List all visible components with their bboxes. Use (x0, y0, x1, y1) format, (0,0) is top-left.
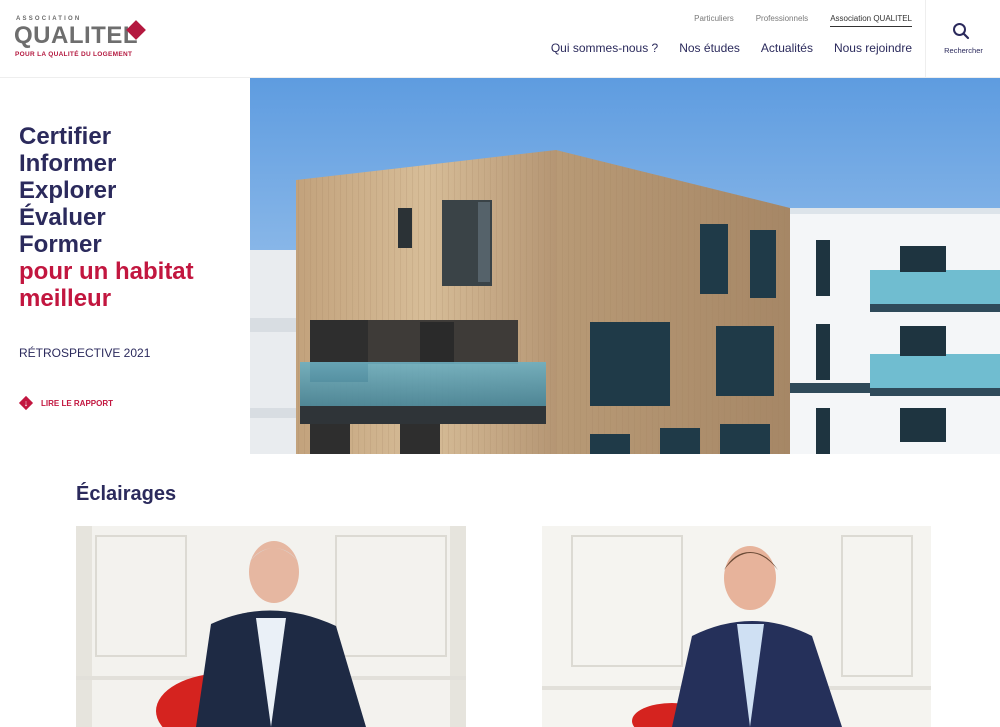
hero-text-panel: Certifier Informer Explorer Évaluer Form… (0, 78, 250, 454)
hero-word: Former (19, 231, 102, 258)
logo-tagline: POUR LA QUALITÉ DU LOGEMENT (15, 51, 133, 58)
portrait-card[interactable] (542, 526, 931, 727)
nav-nous-rejoindre[interactable]: Nous rejoindre (834, 41, 912, 55)
link-particuliers[interactable]: Particuliers (694, 14, 734, 27)
link-professionnels[interactable]: Professionnels (756, 14, 808, 27)
hero-word: Évaluer (19, 204, 106, 231)
portrait-photo (542, 526, 931, 727)
hero-word: Certifier (19, 123, 112, 150)
main-nav: Qui sommes-nous ? Nos études Actualités … (551, 41, 912, 55)
hero-accent-line: meilleur (19, 285, 112, 312)
search-button[interactable]: Rechercher (925, 0, 1000, 78)
search-icon (953, 23, 970, 40)
site-header: ASSOCIATION QUALITEL POUR LA QUALITÉ DU … (0, 0, 1000, 78)
logo-wordmark: QUALITEL (14, 22, 138, 49)
hero-headline: Certifier Informer Explorer Évaluer Form… (19, 123, 194, 312)
nav-nos-etudes[interactable]: Nos études (679, 41, 740, 55)
audience-links: Particuliers Professionnels Association … (694, 14, 912, 27)
hero-word: Informer (19, 150, 117, 177)
link-association-qualitel[interactable]: Association QUALITEL (830, 14, 912, 27)
nav-actualites[interactable]: Actualités (761, 41, 813, 55)
read-report-link[interactable]: ↓ LIRE LE RAPPORT (18, 395, 114, 411)
nav-qui-sommes-nous[interactable]: Qui sommes-nous ? (551, 41, 658, 55)
portrait-photo (76, 526, 466, 727)
portrait-card[interactable] (76, 526, 466, 727)
hero-building-image (250, 78, 1000, 454)
retrospective-title: RÉTROSPECTIVE 2021 (19, 346, 151, 360)
section-title: Éclairages (76, 483, 177, 505)
search-label: Rechercher (944, 46, 983, 55)
qualitel-logo[interactable]: ASSOCIATION QUALITEL POUR LA QUALITÉ DU … (14, 16, 154, 61)
hero-accent-line: pour un habitat (19, 258, 194, 285)
download-diamond-icon: ↓ (18, 395, 34, 411)
read-report-label: LIRE LE RAPPORT (41, 398, 114, 408)
hero-word: Explorer (19, 177, 117, 204)
